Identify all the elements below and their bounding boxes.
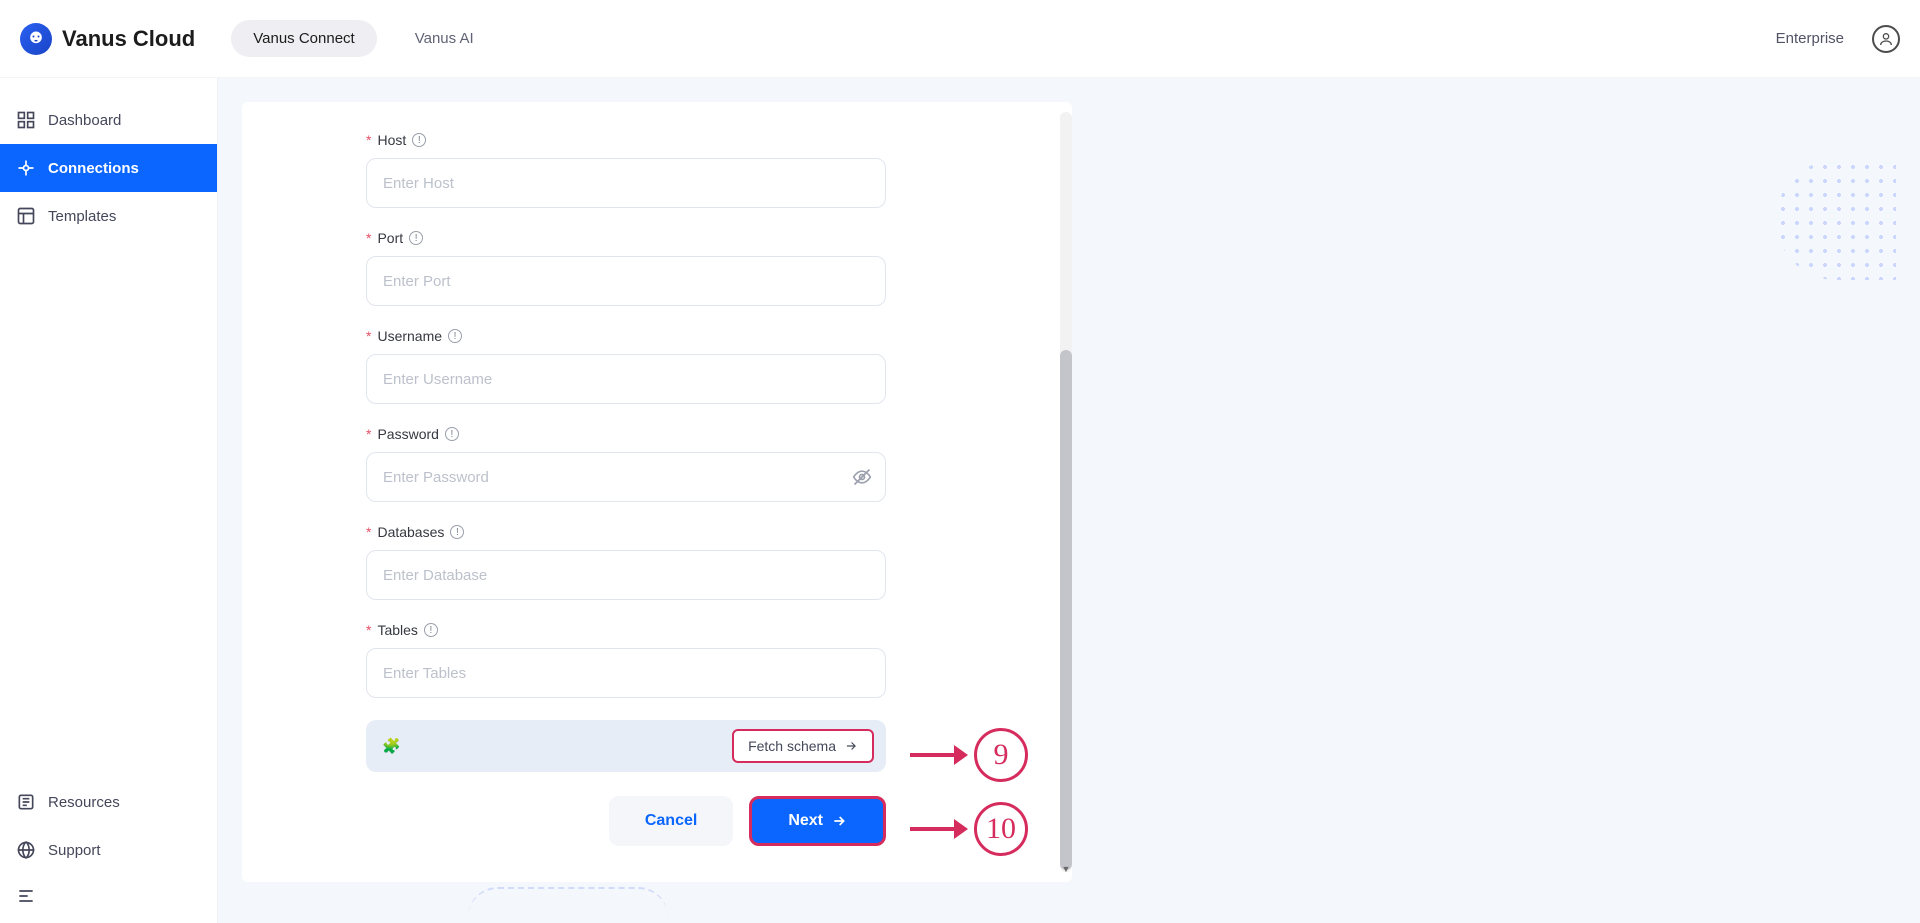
label-username: Username: [377, 328, 442, 344]
fetch-schema-button[interactable]: Fetch schema: [732, 729, 874, 763]
annotation-circle-10: 10: [974, 802, 1028, 856]
next-button[interactable]: Next: [749, 796, 886, 846]
info-icon[interactable]: !: [424, 623, 438, 637]
label-databases: Databases: [377, 524, 444, 540]
username-input[interactable]: [366, 354, 886, 404]
sidebar-label-support: Support: [48, 842, 101, 859]
required-mark: *: [366, 622, 371, 638]
info-icon[interactable]: !: [445, 427, 459, 441]
required-mark: *: [366, 524, 371, 540]
form-group-tables: * Tables !: [366, 622, 1048, 698]
databases-input[interactable]: [366, 550, 886, 600]
enterprise-link[interactable]: Enterprise: [1776, 30, 1844, 47]
nav-tabs: Vanus Connect Vanus AI: [231, 20, 495, 57]
toggle-password-visibility-icon[interactable]: [852, 467, 872, 487]
form-footer: Cancel Next: [366, 796, 886, 846]
required-mark: *: [366, 230, 371, 246]
annotation-circle-9: 9: [974, 728, 1028, 782]
form-group-databases: * Databases !: [366, 524, 1048, 600]
required-mark: *: [366, 328, 371, 344]
sidebar-item-resources[interactable]: Resources: [0, 778, 217, 826]
form-group-port: * Port !: [366, 230, 1048, 306]
host-input[interactable]: [366, 158, 886, 208]
dashboard-icon: [16, 110, 36, 130]
fetch-schema-graphic-icon: 🧩: [382, 737, 401, 755]
logo-icon: [20, 23, 52, 55]
info-icon[interactable]: !: [409, 231, 423, 245]
resources-icon: [16, 792, 36, 812]
sidebar-item-support[interactable]: Support: [0, 826, 217, 874]
form-scrollbar[interactable]: ▲ ▼: [1060, 112, 1072, 872]
sidebar-label-connections: Connections: [48, 160, 139, 177]
logo-text: Vanus Cloud: [62, 26, 195, 52]
label-host: Host: [377, 132, 406, 148]
arrow-right-icon: [844, 739, 858, 753]
form-panel: * Host ! * Port ! * Username !: [242, 102, 1072, 882]
header-right: Enterprise: [1776, 25, 1900, 53]
sidebar-item-dashboard[interactable]: Dashboard: [0, 96, 217, 144]
password-input[interactable]: [366, 452, 886, 502]
label-tables: Tables: [377, 622, 417, 638]
app-header: Vanus Cloud Vanus Connect Vanus AI Enter…: [0, 0, 1920, 78]
decorative-wave: [468, 887, 668, 917]
label-port: Port: [377, 230, 403, 246]
sidebar-collapse-button[interactable]: [0, 874, 217, 923]
sidebar-item-connections[interactable]: Connections: [0, 144, 217, 192]
fetch-schema-box: 🧩 Fetch schema: [366, 720, 886, 772]
fetch-schema-label: Fetch schema: [748, 738, 836, 754]
sidebar-label-templates: Templates: [48, 208, 116, 225]
annotation-arrow-icon: [910, 749, 968, 761]
main-area: * Host ! * Port ! * Username !: [218, 78, 1920, 923]
info-icon[interactable]: !: [448, 329, 462, 343]
templates-icon: [16, 206, 36, 226]
label-password: Password: [377, 426, 438, 442]
tab-vanus-connect[interactable]: Vanus Connect: [231, 20, 376, 57]
decorative-dots: [1776, 160, 1896, 280]
port-input[interactable]: [366, 256, 886, 306]
required-mark: *: [366, 132, 371, 148]
cancel-button[interactable]: Cancel: [609, 796, 733, 846]
support-icon: [16, 840, 36, 860]
annotation-arrow-icon: [910, 823, 968, 835]
sidebar: Dashboard Connections Templates Resource…: [0, 78, 218, 923]
required-mark: *: [366, 426, 371, 442]
info-icon[interactable]: !: [412, 133, 426, 147]
sidebar-label-dashboard: Dashboard: [48, 112, 121, 129]
sidebar-item-templates[interactable]: Templates: [0, 192, 217, 240]
arrow-right-icon: [831, 813, 847, 829]
form-group-password: * Password !: [366, 426, 1048, 502]
annotation-9: 9: [910, 728, 1028, 782]
user-avatar-icon[interactable]: [1872, 25, 1900, 53]
next-label: Next: [788, 812, 823, 830]
tables-input[interactable]: [366, 648, 886, 698]
tab-vanus-ai[interactable]: Vanus AI: [393, 20, 496, 57]
scroll-thumb[interactable]: [1060, 350, 1072, 870]
sidebar-label-resources: Resources: [48, 794, 120, 811]
logo[interactable]: Vanus Cloud: [20, 23, 195, 55]
scroll-down-icon: ▼: [1060, 864, 1072, 874]
form-group-username: * Username !: [366, 328, 1048, 404]
info-icon[interactable]: !: [450, 525, 464, 539]
connections-icon: [16, 158, 36, 178]
annotation-10: 10: [910, 802, 1028, 856]
form-group-host: * Host !: [366, 132, 1048, 208]
